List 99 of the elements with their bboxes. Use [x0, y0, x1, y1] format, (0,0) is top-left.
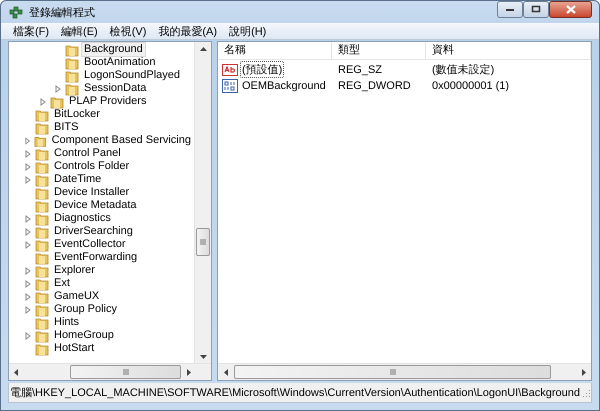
- value-type: REG_DWORD: [337, 80, 412, 92]
- scroll-down-icon[interactable]: [200, 352, 206, 360]
- tree-item[interactable]: DateTime: [51, 172, 104, 187]
- resize-grip-icon: [581, 388, 591, 398]
- value-name[interactable]: (預設值): [240, 61, 284, 78]
- expand-arrow-icon[interactable]: [24, 240, 32, 248]
- folder-icon: [35, 238, 49, 252]
- folder-icon: [35, 264, 49, 278]
- scroll-right-icon[interactable]: [580, 368, 586, 376]
- close-icon: [566, 4, 576, 14]
- scroll-thumb[interactable]: [196, 228, 210, 256]
- expand-arrow-icon[interactable]: [39, 98, 47, 106]
- folder-icon: [35, 276, 49, 290]
- folder-icon: [50, 94, 64, 108]
- folder-icon: [35, 108, 49, 122]
- folder-icon: [35, 302, 49, 316]
- tree-item[interactable]: Control Panel: [51, 146, 124, 161]
- expand-arrow-icon[interactable]: [54, 84, 62, 92]
- folder-icon: [35, 160, 49, 174]
- app-icon: [8, 4, 24, 20]
- tree-item[interactable]: LogonSoundPlayed: [81, 68, 184, 83]
- tree-item[interactable]: Hints: [51, 315, 82, 330]
- folder-icon: [65, 68, 79, 82]
- folder-icon: [35, 186, 49, 200]
- tree-item[interactable]: Component Based Servicing: [48, 133, 194, 148]
- tree-item[interactable]: BITS: [51, 120, 82, 135]
- maximize-button[interactable]: [523, 0, 549, 18]
- value-name[interactable]: OEMBackground: [240, 79, 328, 93]
- vertical-scrollbar[interactable]: [194, 42, 211, 363]
- tree-item[interactable]: EventCollector: [51, 237, 129, 252]
- expand-arrow-icon[interactable]: [24, 150, 32, 158]
- maximize-icon: [531, 5, 541, 13]
- horizontal-scrollbar[interactable]: [9, 363, 211, 380]
- menu-item[interactable]: 檔案(F): [7, 24, 56, 38]
- folder-icon: [35, 290, 49, 304]
- minimize-button[interactable]: [497, 0, 523, 18]
- scroll-thumb[interactable]: [234, 365, 551, 379]
- expand-arrow-icon[interactable]: [24, 266, 32, 274]
- tree-item[interactable]: Device Installer: [51, 185, 132, 200]
- tree-item[interactable]: SessionData: [81, 81, 150, 96]
- menu-item[interactable]: 檢視(V): [104, 24, 152, 38]
- tree-item[interactable]: GameUX: [51, 289, 102, 304]
- folder-icon: [65, 56, 79, 70]
- value-data: 0x00000001 (1): [431, 80, 510, 92]
- tree-item[interactable]: Device Metadata: [51, 198, 140, 213]
- folder-icon: [35, 198, 49, 212]
- key-path: 電腦\HKEY_LOCAL_MACHINE\SOFTWARE\Microsoft\Windows\CurrentVersion\Authentication\LogonUI\Background: [10, 386, 581, 400]
- column-header[interactable]: 名稱: [218, 42, 332, 59]
- scroll-right-icon[interactable]: [185, 368, 192, 376]
- expand-arrow-icon[interactable]: [24, 306, 32, 314]
- binary-value-icon: [222, 79, 238, 93]
- expand-arrow-icon[interactable]: [24, 332, 32, 340]
- folder-icon: [35, 224, 49, 238]
- tree-item[interactable]: BootAnimation: [81, 55, 159, 70]
- folder-icon: [65, 42, 79, 56]
- scroll-left-icon[interactable]: [12, 368, 20, 376]
- scroll-up-icon[interactable]: [200, 46, 206, 52]
- minimize-icon: [505, 6, 515, 12]
- expand-arrow-icon[interactable]: [24, 162, 32, 170]
- expand-arrow-icon[interactable]: [24, 176, 32, 184]
- tree-item[interactable]: EventForwarding: [51, 250, 140, 265]
- expand-arrow-icon[interactable]: [24, 228, 32, 236]
- tree-item[interactable]: PLAP Providers: [66, 94, 150, 109]
- tree-item[interactable]: Explorer: [51, 263, 98, 278]
- tree-item[interactable]: DriverSearching: [51, 224, 136, 239]
- horizontal-scrollbar[interactable]: [218, 363, 591, 380]
- tree-item[interactable]: Controls Folder: [51, 159, 132, 174]
- folder-icon: [35, 342, 49, 356]
- tree-item[interactable]: Background: [81, 42, 146, 57]
- tree-item[interactable]: BitLocker: [51, 107, 103, 122]
- folder-icon: [35, 146, 49, 160]
- tree-item[interactable]: Ext: [51, 276, 73, 291]
- folder-icon: [35, 250, 49, 264]
- window-title: 登錄編輯程式: [29, 6, 96, 20]
- scroll-thumb[interactable]: [70, 365, 182, 379]
- tree-item[interactable]: HomeGroup: [51, 328, 117, 343]
- menu-item[interactable]: 編輯(E): [55, 24, 104, 38]
- folder-icon: [35, 316, 49, 330]
- scroll-left-icon[interactable]: [222, 368, 230, 376]
- tree-item[interactable]: Diagnostics: [51, 211, 114, 226]
- string-value-icon: [222, 62, 238, 76]
- value-type: REG_SZ: [337, 64, 384, 76]
- folder-icon: [65, 82, 79, 96]
- expand-arrow-icon[interactable]: [24, 136, 32, 144]
- folder-icon: [35, 172, 49, 186]
- menu-item[interactable]: 說明(H): [223, 24, 272, 38]
- folder-icon: [35, 328, 49, 342]
- expand-arrow-icon[interactable]: [24, 280, 32, 288]
- folder-icon: [35, 120, 49, 134]
- close-button[interactable]: [549, 0, 592, 18]
- tree-item[interactable]: Group Policy: [51, 302, 120, 317]
- column-header[interactable]: 類型: [332, 42, 426, 59]
- value-data: (數值未設定): [431, 62, 496, 77]
- expand-arrow-icon[interactable]: [24, 214, 32, 222]
- column-header[interactable]: 資料: [426, 42, 591, 59]
- expand-arrow-icon[interactable]: [24, 292, 32, 300]
- folder-icon: [35, 212, 49, 226]
- menu-item[interactable]: 我的最愛(A): [152, 24, 224, 38]
- tree-item[interactable]: HotStart: [51, 341, 98, 356]
